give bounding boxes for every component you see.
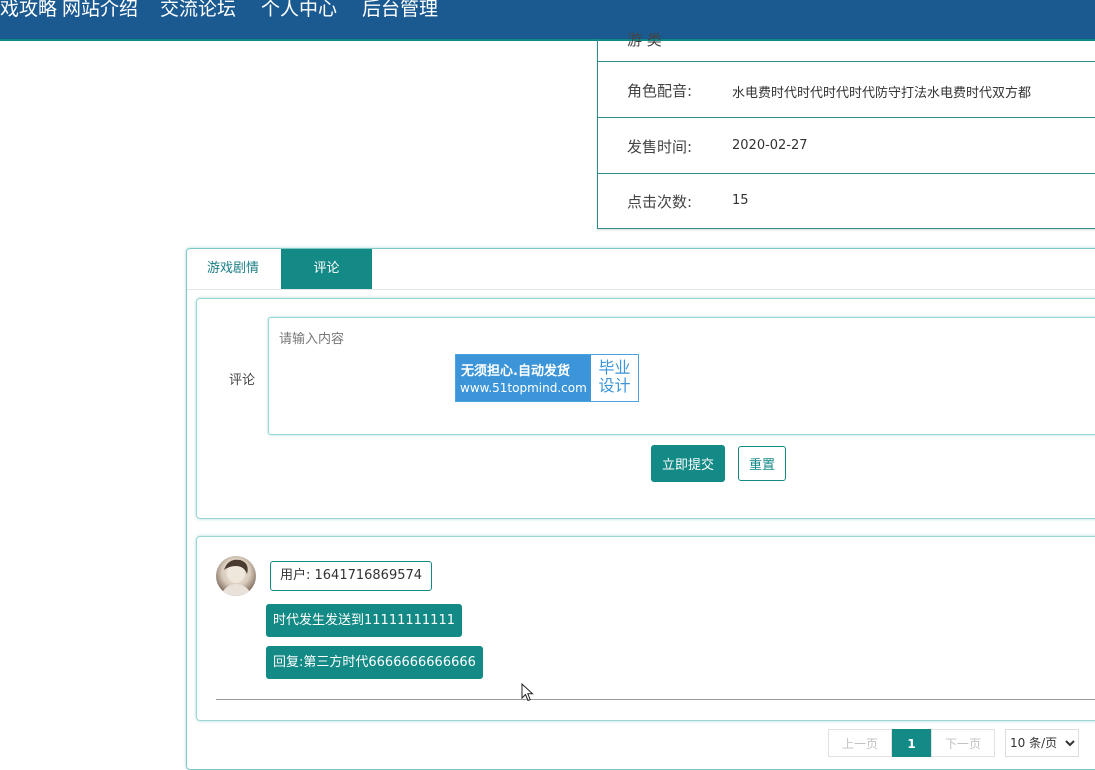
watermark-main: 无须担心.自动发货 www.51topmind.com (456, 355, 591, 401)
submit-button[interactable]: 立即提交 (651, 445, 725, 482)
avatar-image (220, 559, 252, 596)
info-value-voice: 水电费时代时代时代时代防守打法水电费时代双方都 (732, 86, 1032, 101)
tab-comments[interactable]: 评论 (281, 249, 372, 289)
info-label-clicks: 点击次数: (627, 193, 693, 211)
comment-divider (216, 699, 1095, 700)
info-row-release-date: 发售时间: 2020-02-27 (598, 118, 1095, 174)
nav-item-site-intro[interactable]: 网站介绍 (62, 0, 138, 21)
watermark-side-top: 毕业 (598, 358, 631, 377)
comment-label: 评论 (229, 373, 256, 388)
mouse-cursor-icon (521, 683, 534, 702)
info-label-partial: 游 类 (627, 31, 662, 49)
nav-item-forum[interactable]: 交流论坛 (160, 0, 236, 21)
watermark-line2: www.51topmind.com (460, 381, 587, 395)
comment-user: 用户: 1641716869574 (270, 561, 433, 591)
nav-item-user-center[interactable]: 个人中心 (261, 0, 337, 21)
pagination-current-page[interactable]: 1 (892, 729, 931, 757)
info-label-voice: 角色配音: (627, 82, 693, 100)
info-value-release-date: 2020-02-27 (732, 138, 808, 153)
comment-input[interactable] (268, 317, 1095, 435)
tab-game-plot[interactable]: 游戏剧情 (187, 249, 279, 289)
page-size-select[interactable]: 10 条/页 (1005, 729, 1079, 757)
nav-item-admin[interactable]: 后台管理 (362, 0, 438, 21)
pagination-prev[interactable]: 上一页 (828, 729, 892, 757)
info-row-clicks: 点击次数: 15 (598, 173, 1095, 228)
watermark-badge: 无须担心.自动发货 www.51topmind.com 毕业 设计 (455, 354, 639, 402)
info-row-type: 游 类 (598, 9, 1095, 62)
nav-item-game-guide[interactable]: 戏攻略 (0, 0, 57, 21)
reset-button[interactable]: 重置 (738, 446, 786, 481)
info-row-voice: 角色配音: 水电费时代时代时代时代防守打法水电费时代双方都 (598, 62, 1095, 118)
tab-bar: 游戏剧情 评论 (187, 249, 1095, 290)
comment-reply: 回复:第三方时代6666666666666 (266, 646, 483, 679)
watermark-line1: 无须担心.自动发货 (461, 364, 570, 379)
comment-content: 时代发生发送到11111111111 (266, 604, 462, 637)
game-info-table: 游 类 角色配音: 水电费时代时代时代时代防守打法水电费时代双方都 发售时间: … (597, 31, 1095, 229)
watermark-side: 毕业 设计 (591, 355, 638, 401)
avatar (216, 556, 256, 596)
info-value-clicks: 15 (732, 193, 749, 208)
watermark-side-bottom: 设计 (598, 376, 631, 395)
info-label-release-date: 发售时间: (627, 138, 693, 156)
pagination-next[interactable]: 下一页 (931, 729, 995, 757)
